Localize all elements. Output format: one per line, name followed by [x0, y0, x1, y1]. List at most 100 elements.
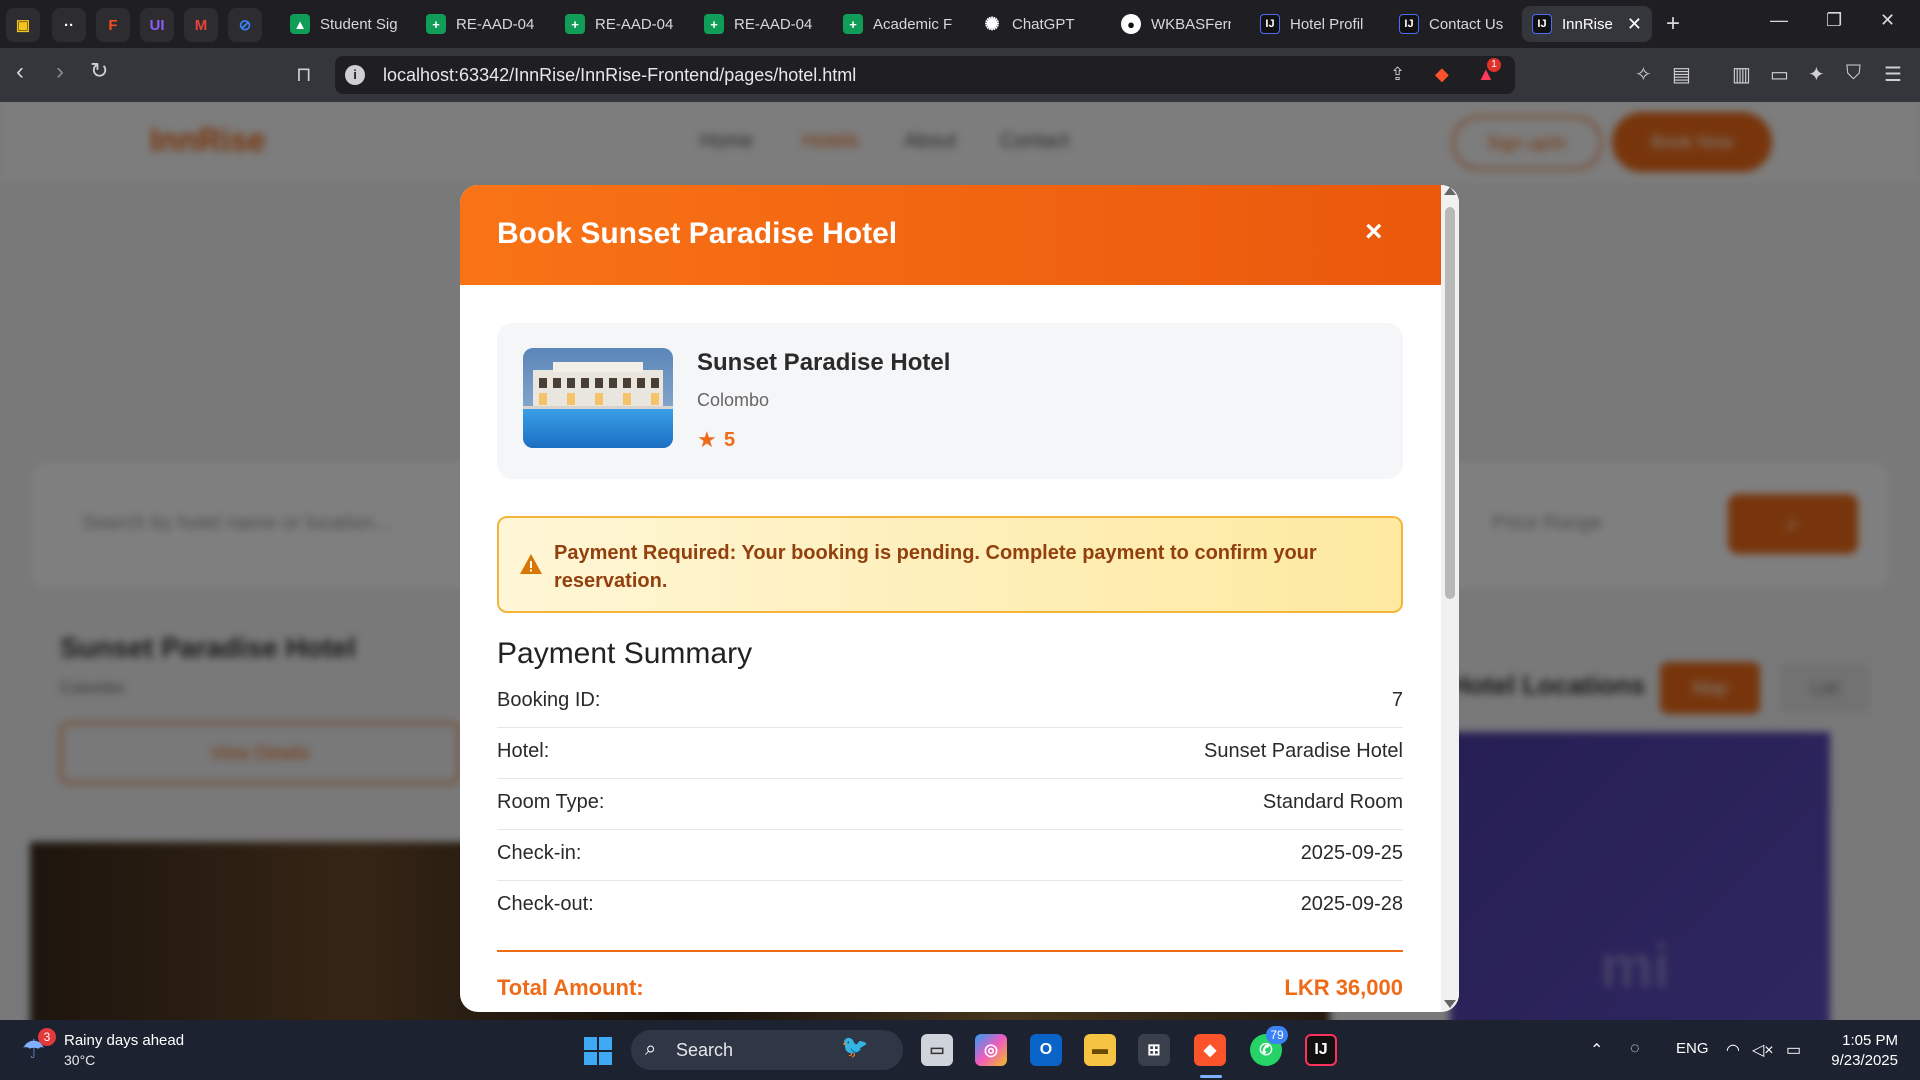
- outlook-icon[interactable]: O: [1030, 1034, 1062, 1066]
- taskbar-search[interactable]: ⌕ Search 🐦: [631, 1030, 903, 1070]
- copilot-icon[interactable]: ◎: [975, 1034, 1007, 1066]
- tab-re-aad-04-b[interactable]: + RE-AAD-04: [555, 6, 685, 42]
- tab-hotel-profile[interactable]: IJ Hotel Profil: [1250, 6, 1380, 42]
- language-indicator[interactable]: ENG: [1676, 1040, 1709, 1057]
- reader-mode-icon[interactable]: ▤: [1672, 62, 1691, 87]
- alert-text: Payment Required: Your booking is pendin…: [554, 542, 1317, 592]
- file-explorer-icon[interactable]: ▬: [1084, 1034, 1116, 1066]
- row-value: 2025-09-25: [1300, 842, 1403, 864]
- summary-row-check-in: Check-in: 2025-09-25: [497, 830, 1403, 881]
- address-bar[interactable]: i localhost:63342/InnRise/InnRise-Fronte…: [335, 56, 1515, 94]
- sidebar-icon[interactable]: ▥: [1732, 62, 1751, 87]
- back-icon[interactable]: ‹: [16, 58, 24, 86]
- intellij-icon[interactable]: IJ: [1305, 1034, 1337, 1066]
- taskbar-search-label: Search: [676, 1040, 734, 1060]
- battery-icon[interactable]: ▭: [1786, 1040, 1801, 1060]
- link-app-icon[interactable]: ⊘: [228, 8, 262, 42]
- url-text[interactable]: localhost:63342/InnRise/InnRise-Frontend…: [383, 65, 856, 86]
- summary-row-room-type: Room Type: Standard Room: [497, 779, 1403, 830]
- intellij-icon: IJ: [1532, 14, 1552, 34]
- classroom-icon[interactable]: ▣: [6, 8, 40, 42]
- close-icon[interactable]: ×: [1365, 215, 1383, 249]
- row-label: Room Type:: [497, 791, 605, 813]
- google-drive-icon: ▲: [290, 14, 310, 34]
- intellij-icon: IJ: [1399, 14, 1419, 34]
- modal-scrollbar[interactable]: [1441, 185, 1459, 1012]
- chatgpt-icon: ✺: [984, 13, 1000, 34]
- tab-github[interactable]: ● WKBASFern: [1111, 6, 1241, 42]
- reload-icon[interactable]: ↻: [90, 58, 108, 84]
- total-divider: [497, 950, 1403, 952]
- row-label: Check-out:: [497, 893, 594, 915]
- row-label: Booking ID:: [497, 689, 601, 711]
- modal-title: Book Sunset Paradise Hotel: [497, 217, 898, 250]
- weather-title[interactable]: Rainy days ahead: [64, 1032, 184, 1049]
- scroll-thumb[interactable]: [1445, 207, 1455, 599]
- tab-title: ChatGPT: [1012, 15, 1075, 33]
- scroll-up-arrow-icon[interactable]: [1444, 187, 1456, 195]
- menu-icon[interactable]: ☰: [1884, 62, 1902, 87]
- rewards-badge: 1: [1487, 58, 1501, 72]
- forward-icon[interactable]: ›: [56, 58, 64, 86]
- site-info-icon[interactable]: i: [345, 65, 365, 85]
- tab-innrise[interactable]: IJ InnRise ✕: [1522, 6, 1652, 42]
- tab-title: RE-AAD-04: [734, 15, 813, 33]
- wifi-icon[interactable]: ◠: [1726, 1040, 1740, 1060]
- tab-academic[interactable]: + Academic F: [833, 6, 963, 42]
- tab-student-sig[interactable]: ▲ Student Sig: [280, 6, 410, 42]
- gmail-icon[interactable]: M: [184, 8, 218, 42]
- bookmark-icon[interactable]: ⊓: [296, 62, 312, 87]
- microsoft-store-icon[interactable]: ⊞: [1138, 1034, 1170, 1066]
- dots-app-icon[interactable]: ··: [52, 8, 86, 42]
- ui-app-icon[interactable]: UI: [140, 8, 174, 42]
- hotel-summary-card: Sunset Paradise Hotel Colombo ★ 5: [497, 323, 1403, 479]
- volume-muted-icon[interactable]: ◁×: [1752, 1040, 1774, 1060]
- windows-start-icon[interactable]: [584, 1037, 612, 1065]
- clock-time[interactable]: 1:05 PM: [1838, 1032, 1898, 1049]
- tab-re-aad-04-c[interactable]: + RE-AAD-04: [694, 6, 824, 42]
- close-window-icon[interactable]: ✕: [1880, 10, 1895, 31]
- tab-contact-us[interactable]: IJ Contact Us: [1389, 6, 1519, 42]
- google-sheets-icon: +: [843, 14, 863, 34]
- payment-summary-title: Payment Summary: [497, 637, 753, 670]
- weather-temp[interactable]: 30°C: [64, 1052, 95, 1068]
- whatsapp-badge: 79: [1266, 1026, 1288, 1044]
- row-label: Check-in:: [497, 842, 582, 864]
- row-value: 7: [1391, 689, 1403, 711]
- total-amount-value: LKR 36,000: [1284, 975, 1403, 1000]
- minimize-icon[interactable]: —: [1770, 10, 1788, 31]
- brave-shields-icon[interactable]: ◆: [1435, 64, 1449, 85]
- clock-date[interactable]: 9/23/2025: [1818, 1052, 1898, 1069]
- tab-title: Contact Us: [1429, 15, 1504, 33]
- vpn-icon[interactable]: ⛉: [1846, 62, 1861, 85]
- browser-toolbar: ‹ › ↻ ⊓ i localhost:63342/InnRise/InnRis…: [0, 48, 1920, 102]
- hotel-thumbnail: [523, 348, 673, 448]
- tray-overflow-icon[interactable]: ⌃: [1590, 1040, 1603, 1060]
- search-icon: ⌕: [645, 1038, 657, 1060]
- share-icon[interactable]: ⇪: [1390, 64, 1405, 85]
- tab-re-aad-04-a[interactable]: + RE-AAD-04: [416, 6, 546, 42]
- total-amount-label: Total Amount:: [497, 975, 644, 1000]
- windows-taskbar: ☂ 3 Rainy days ahead 30°C ⌕ Search 🐦 ▭ ◎…: [0, 1020, 1920, 1080]
- figma-icon[interactable]: F: [96, 8, 130, 42]
- close-tab-icon[interactable]: ✕: [1619, 14, 1642, 35]
- tab-title: RE-AAD-04: [595, 15, 674, 33]
- wallet-icon[interactable]: ▭: [1770, 62, 1789, 87]
- tray-sync-icon[interactable]: ◌: [1630, 1040, 1640, 1058]
- hotel-location: Colombo: [697, 390, 770, 410]
- github-icon: ●: [1121, 14, 1141, 34]
- task-view-icon[interactable]: ▭: [921, 1034, 953, 1066]
- google-sheets-icon: +: [426, 14, 446, 34]
- row-value: Standard Room: [1262, 791, 1403, 813]
- brave-browser-icon[interactable]: ◆: [1194, 1034, 1226, 1066]
- tab-title: Hotel Profil: [1290, 15, 1364, 33]
- tab-chatgpt[interactable]: ✺ ChatGPT: [972, 6, 1102, 42]
- extensions-icon[interactable]: ✧: [1635, 62, 1652, 87]
- row-value: Sunset Paradise Hotel: [1203, 740, 1403, 762]
- leo-ai-icon[interactable]: ✦: [1808, 62, 1825, 87]
- scroll-down-arrow-icon[interactable]: [1444, 1000, 1456, 1008]
- google-sheets-icon: +: [704, 14, 724, 34]
- restore-icon[interactable]: ❐: [1826, 10, 1842, 31]
- new-tab-button[interactable]: +: [1666, 10, 1680, 38]
- summary-row-hotel: Hotel: Sunset Paradise Hotel: [497, 728, 1403, 779]
